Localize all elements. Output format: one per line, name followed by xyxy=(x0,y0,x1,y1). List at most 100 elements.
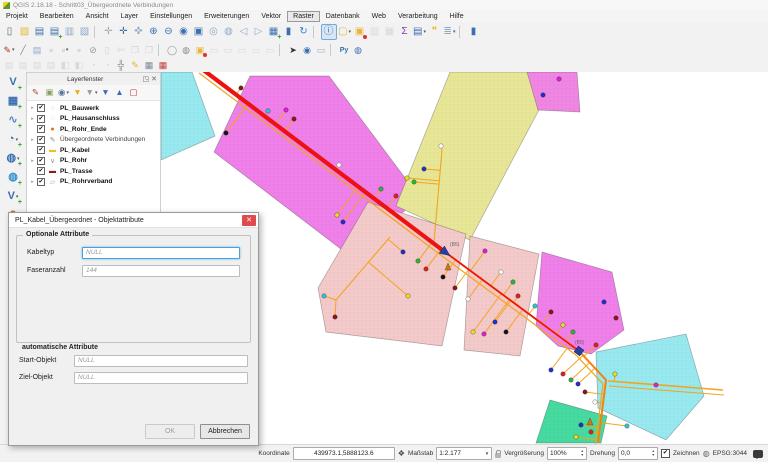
menu-item-verarbeitung[interactable]: Verarbeitung xyxy=(392,11,444,22)
menu-item-projekt[interactable]: Projekt xyxy=(0,11,34,22)
add-vector-layer-icon[interactable]: V + xyxy=(5,75,22,93)
grid-tool-icon[interactable]: ╬ xyxy=(115,59,128,72)
zoom-last-icon[interactable]: ◁ xyxy=(237,25,251,39)
layer-visibility-checkbox[interactable]: ✔ xyxy=(37,114,45,123)
zoom-native-icon[interactable]: ◉ xyxy=(177,25,191,39)
collapse-all-icon[interactable]: ▲ xyxy=(114,87,126,99)
layer-row-pl-hausanschluss[interactable]: ▸ ✔ ◌ PL_Hausanschluss xyxy=(27,114,160,125)
add-to-overview-icon[interactable]: ▦ + xyxy=(267,25,282,42)
remove-layer-icon[interactable]: ▢ xyxy=(128,87,140,99)
faseranzahl-input[interactable]: 144 xyxy=(82,264,240,277)
layer-visibility-checkbox[interactable]: ✔ xyxy=(37,167,45,176)
text-annotation-icon[interactable]: ▭ xyxy=(315,44,328,57)
filter-expression-icon[interactable]: ▼ ▾ xyxy=(86,87,98,99)
menu-item-datenbank[interactable]: Datenbank xyxy=(320,11,366,22)
manage-visibility-icon[interactable]: ◉ ▾ xyxy=(58,87,70,99)
rotation-spinner[interactable]: 0,0 ▲ ▼ xyxy=(617,447,658,460)
expander-icon[interactable]: ▸ xyxy=(30,137,35,143)
spinner-arrows-icon[interactable]: ▲ ▼ xyxy=(651,449,654,457)
layer-visibility-checkbox[interactable]: ✔ xyxy=(37,104,45,113)
zoom-to-layer-icon[interactable]: ◍ xyxy=(222,25,236,39)
menu-item-vektor[interactable]: Vektor xyxy=(255,11,287,22)
dialog-title-bar[interactable]: PL_Kabel_Übergeordnet - Objektattribute … xyxy=(9,213,258,228)
pan-map-icon[interactable]: ✛ xyxy=(117,25,131,39)
add-spatialite-layer-icon[interactable]: ◍ ▾ + xyxy=(5,151,22,169)
add-wms-layer-icon[interactable]: ◍ + xyxy=(5,170,22,188)
menu-item-ansicht[interactable]: Ansicht xyxy=(80,11,115,22)
menu-item-einstellungen[interactable]: Einstellungen xyxy=(144,11,198,22)
pan-to-selection-icon[interactable]: ✜ xyxy=(132,25,146,39)
zoom-out-icon[interactable]: ⊖ xyxy=(162,25,176,39)
touch-zoom-icon[interactable]: ✛ xyxy=(102,25,116,39)
plugin-globe-icon[interactable]: ◍ xyxy=(352,44,365,57)
expander-icon[interactable]: ▸ xyxy=(30,158,35,164)
layer-row-pl-trasse[interactable]: ✔ ▬ PL_Trasse xyxy=(27,166,160,177)
toggle-editing-icon[interactable]: ╱ xyxy=(17,44,30,57)
menu-item-erweiterungen[interactable]: Erweiterungen xyxy=(198,11,255,22)
zoom-to-form-icon[interactable]: ◉ xyxy=(301,44,314,57)
menu-item-web[interactable]: Web xyxy=(366,11,392,22)
select-features-icon[interactable]: ▢ ▾ xyxy=(338,25,352,39)
save-project-as-icon[interactable]: ▤ + xyxy=(48,25,63,42)
node-tool-icon[interactable]: ▫ xyxy=(73,44,86,57)
save-layer-edits-icon[interactable]: ▤ xyxy=(31,44,44,57)
crs-label[interactable]: EPSG:3044 xyxy=(713,450,747,457)
expander-icon[interactable]: ▸ xyxy=(30,179,35,185)
menu-item-bearbeiten[interactable]: Bearbeiten xyxy=(34,11,80,22)
add-raster-layer-icon[interactable]: ▦ + xyxy=(5,94,22,112)
layer-visibility-checkbox[interactable]: ✔ xyxy=(37,125,45,134)
add-wfs-layer-icon[interactable]: V ▾ + xyxy=(5,189,22,207)
lock-scale-icon[interactable] xyxy=(495,449,502,458)
help-contents-icon[interactable]: ▮ xyxy=(467,25,481,39)
sketch-pencil-icon[interactable]: ✎ xyxy=(129,59,142,72)
python-console-icon[interactable]: Py xyxy=(338,44,351,57)
add-postgis-layer-icon[interactable]: ◔ ▾ + xyxy=(5,132,22,150)
add-group-icon[interactable]: ▣ xyxy=(44,87,56,99)
current-edits-icon[interactable]: ✎ ▾ xyxy=(3,44,16,57)
crs-globe-icon[interactable]: ◍ xyxy=(703,449,710,458)
zoom-next-icon[interactable]: ▷ xyxy=(252,25,266,39)
identify-features-icon[interactable]: ⓘ xyxy=(320,24,337,40)
layer-visibility-checkbox[interactable]: ✔ xyxy=(37,177,45,186)
menu-item-hilfe[interactable]: Hilfe xyxy=(444,11,470,22)
message-log-icon[interactable] xyxy=(753,449,763,459)
zoom-full-icon[interactable]: ▣ xyxy=(192,25,206,39)
add-feature-icon[interactable]: ▫ xyxy=(45,44,58,57)
dialog-close-button[interactable]: ✕ xyxy=(242,214,256,226)
move-feature-icon[interactable]: ▫ ▾ xyxy=(59,44,72,57)
close-panel-icon[interactable]: ✕ xyxy=(151,75,157,83)
layer-row-pl-kabel[interactable]: ✔ ▬ PL_Kabel xyxy=(27,145,160,156)
globe-tool-icon[interactable]: ◍ xyxy=(180,44,193,57)
kabeltyp-input[interactable]: NULL xyxy=(82,246,240,259)
menu-item-layer[interactable]: Layer xyxy=(115,11,145,22)
refresh-map-icon[interactable]: ↻ xyxy=(297,25,311,39)
layer-visibility-checkbox[interactable]: ✔ xyxy=(37,146,45,155)
render-checkbox[interactable]: ✔ xyxy=(660,449,670,458)
add-delimited-text-layer-icon[interactable]: ∿ + xyxy=(5,113,22,131)
coordinate-input[interactable]: 439973.1,5888123.6 xyxy=(292,447,395,460)
cancel-button[interactable]: Abbrechen xyxy=(200,424,250,439)
menu-item-raster[interactable]: Raster xyxy=(287,10,320,22)
zoom-to-selection-icon[interactable]: ◎ xyxy=(207,25,221,39)
select-arrow-icon[interactable]: ➤ xyxy=(287,44,300,57)
save-project-icon[interactable]: ▤ xyxy=(33,25,47,39)
layer-row-pl-rohr[interactable]: ▸ ✔ ∨ PL_Rohr xyxy=(27,156,160,167)
ok-button[interactable]: OK xyxy=(145,424,195,439)
open-layer-styling-icon[interactable]: ✎ xyxy=(30,87,42,99)
color-swatches-icon[interactable]: ▦ xyxy=(157,59,170,72)
expander-icon[interactable]: ▸ xyxy=(30,116,35,122)
magnifier-spinner[interactable]: 100% ▲ ▼ xyxy=(547,447,587,460)
deselect-features-icon[interactable]: ▣ xyxy=(353,25,367,39)
start-objekt-input[interactable]: NULL xyxy=(74,354,248,367)
layer-row-pl-rohrverband[interactable]: ▸ ✔ ▱ PL_Rohrverband xyxy=(27,177,160,188)
layer-row-bergeordnete-verbindungen[interactable]: ▸ ✔ ✎ Übergeordnete Verbindungen xyxy=(27,135,160,146)
new-project-icon[interactable]: ▯ xyxy=(3,25,17,39)
scale-combo[interactable]: 1:2.177 ▼ xyxy=(436,447,493,460)
no-edit-icon[interactable]: ⊘ xyxy=(87,44,100,57)
expand-all-icon[interactable]: ▼ xyxy=(100,87,112,99)
map-tips-icon[interactable]: ❞ xyxy=(428,25,442,39)
filter-legend-icon[interactable]: ▼ xyxy=(72,87,84,99)
labeling-icon[interactable]: ▣ xyxy=(194,44,207,57)
image-tool-icon[interactable]: ▦ xyxy=(143,59,156,72)
open-project-icon[interactable]: ▨ xyxy=(18,25,32,39)
